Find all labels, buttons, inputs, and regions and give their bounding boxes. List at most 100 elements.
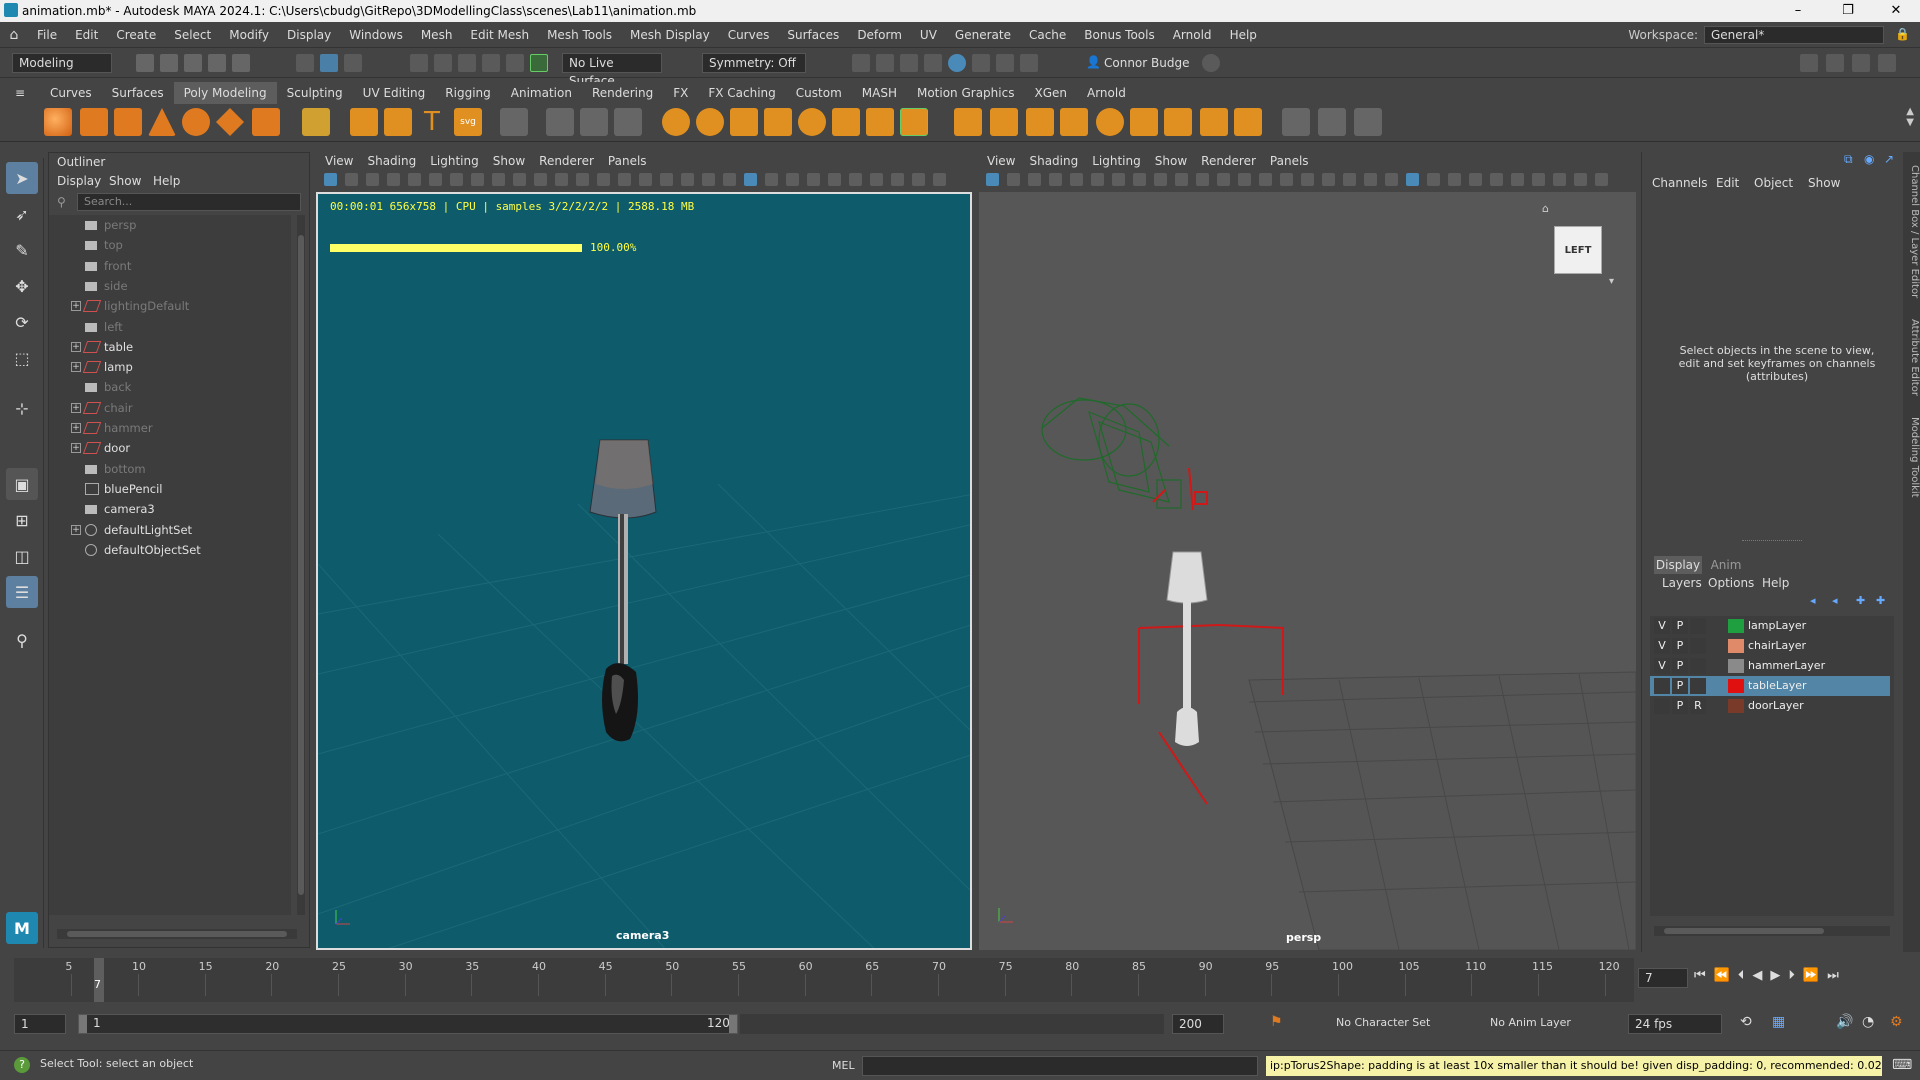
tool-settings-icon[interactable] bbox=[1852, 54, 1870, 72]
snap-point-icon[interactable] bbox=[458, 54, 476, 72]
menu-display[interactable]: Display bbox=[278, 28, 340, 42]
merge-icon[interactable] bbox=[1164, 108, 1192, 136]
viewport-right-menu-lighting[interactable]: Lighting bbox=[1085, 154, 1148, 168]
viewport-left-menu-renderer[interactable]: Renderer bbox=[532, 154, 601, 168]
expand-icon[interactable]: + bbox=[71, 443, 81, 454]
render-frame-icon[interactable] bbox=[876, 54, 894, 72]
expand-icon[interactable]: + bbox=[71, 524, 81, 535]
viewport-tool-icon[interactable] bbox=[849, 173, 862, 186]
wedge-icon[interactable] bbox=[1060, 108, 1088, 136]
lasso-tool-icon[interactable]: ➶ bbox=[6, 198, 38, 230]
layer-playback-toggle[interactable]: P bbox=[1672, 618, 1688, 634]
viewport-tool-icon[interactable] bbox=[786, 173, 799, 186]
outliner-item[interactable]: side bbox=[49, 276, 291, 296]
shelf-tab-rigging[interactable]: Rigging bbox=[435, 82, 500, 104]
viewport-tool-icon[interactable] bbox=[1343, 173, 1356, 186]
boolean-union-icon[interactable] bbox=[662, 108, 690, 136]
viewport-tool-icon[interactable] bbox=[1448, 173, 1461, 186]
layer-color-swatch[interactable] bbox=[1728, 619, 1744, 633]
layer-reference-toggle[interactable] bbox=[1690, 638, 1706, 654]
poly-torus-icon[interactable] bbox=[182, 108, 210, 136]
select-hierarchy-icon[interactable] bbox=[296, 54, 314, 72]
viewport-tool-icon[interactable] bbox=[765, 173, 778, 186]
viewport-tool-icon[interactable] bbox=[555, 173, 568, 186]
channel-box-icon-3[interactable]: ↗ bbox=[1884, 152, 1894, 166]
layer-move-down-icon[interactable]: ◂ bbox=[1832, 594, 1838, 607]
outliner-item[interactable]: top bbox=[49, 235, 291, 255]
layer-visibility-toggle[interactable]: V bbox=[1654, 618, 1670, 634]
layer-reference-toggle[interactable]: R bbox=[1690, 698, 1706, 714]
options-menu[interactable]: Options bbox=[1708, 576, 1754, 590]
channels-menu[interactable]: Channels bbox=[1652, 174, 1708, 192]
viewport-tool-icon[interactable] bbox=[1301, 173, 1314, 186]
poly-cone-icon[interactable] bbox=[148, 108, 176, 136]
layer-color-swatch[interactable] bbox=[1728, 699, 1744, 713]
shelf-tab-xgen[interactable]: XGen bbox=[1024, 82, 1077, 104]
close-button[interactable]: ✕ bbox=[1874, 0, 1918, 22]
viewport-right-menu-renderer[interactable]: Renderer bbox=[1194, 154, 1263, 168]
play-forward-icon[interactable]: ▶ bbox=[1770, 968, 1780, 983]
viewport-tool-icon[interactable] bbox=[639, 173, 652, 186]
outliner-item[interactable]: persp bbox=[49, 215, 291, 235]
viewport-tool-icon[interactable] bbox=[1574, 173, 1587, 186]
viewport-tool-icon[interactable] bbox=[1133, 173, 1146, 186]
bridge-edge-icon[interactable] bbox=[866, 108, 894, 136]
go-to-start-icon[interactable]: ⏮ bbox=[1694, 968, 1706, 983]
layer-row[interactable]: V PhammerLayer bbox=[1650, 656, 1890, 676]
sculpt-icon[interactable] bbox=[1282, 108, 1310, 136]
expand-icon[interactable]: + bbox=[71, 362, 81, 373]
viewport-left-menu-show[interactable]: Show bbox=[486, 154, 532, 168]
attribute-editor-icon[interactable] bbox=[1826, 54, 1844, 72]
platonic-icon[interactable] bbox=[302, 108, 330, 136]
poly-disc-icon[interactable] bbox=[252, 108, 280, 136]
select-tool-icon[interactable]: ➤ bbox=[6, 162, 38, 194]
outliner-menu-display[interactable]: Display bbox=[57, 171, 101, 191]
scale-tool-icon[interactable]: ⬚ bbox=[6, 342, 38, 374]
quad-draw-icon[interactable] bbox=[1318, 108, 1346, 136]
crease-icon[interactable] bbox=[1200, 108, 1228, 136]
help-icon[interactable] bbox=[1202, 54, 1220, 72]
outliner-hscrollbar[interactable] bbox=[57, 929, 297, 939]
uv-editor-icon[interactable] bbox=[500, 108, 528, 136]
layer-color-swatch[interactable] bbox=[1728, 659, 1744, 673]
redo-icon[interactable] bbox=[232, 54, 250, 72]
viewcube[interactable]: LEFT bbox=[1554, 226, 1602, 274]
viewport-tool-icon[interactable] bbox=[1532, 173, 1545, 186]
outliner-filter-icon[interactable]: ⚲ bbox=[57, 195, 66, 209]
shelf-tab-fx[interactable]: FX bbox=[663, 82, 698, 104]
side-tab-attribute-editor[interactable]: Attribute Editor bbox=[1903, 312, 1920, 402]
menu-arnold[interactable]: Arnold bbox=[1164, 28, 1221, 42]
layer-row[interactable]: PtableLayer bbox=[1650, 676, 1890, 696]
layer-visibility-toggle[interactable]: V bbox=[1654, 638, 1670, 654]
expand-icon[interactable]: + bbox=[71, 341, 81, 352]
combine-icon[interactable] bbox=[546, 108, 574, 136]
symmetry-dropdown[interactable]: Symmetry: Off bbox=[702, 53, 806, 73]
viewport-left-menu-shading[interactable]: Shading bbox=[360, 154, 423, 168]
menu-windows[interactable]: Windows bbox=[340, 28, 412, 42]
boolean-difference-icon[interactable] bbox=[696, 108, 724, 136]
layer-tab-display[interactable]: Display bbox=[1654, 556, 1702, 574]
viewport-tool-icon[interactable] bbox=[1280, 173, 1293, 186]
super-shape-icon[interactable] bbox=[350, 108, 378, 136]
viewport-tool-icon[interactable] bbox=[1406, 173, 1419, 186]
step-back-frame-icon[interactable]: ⏴ bbox=[1738, 968, 1745, 983]
viewport-tool-icon[interactable] bbox=[1553, 173, 1566, 186]
layer-playback-toggle[interactable]: P bbox=[1672, 678, 1688, 694]
channel-box-icon-2[interactable]: ◉ bbox=[1864, 152, 1874, 166]
render-settings-icon[interactable] bbox=[924, 54, 942, 72]
menu-bonus-tools[interactable]: Bonus Tools bbox=[1075, 28, 1163, 42]
viewport-tool-icon[interactable] bbox=[1175, 173, 1188, 186]
layer-color-swatch[interactable] bbox=[1728, 639, 1744, 653]
menu-cache[interactable]: Cache bbox=[1020, 28, 1075, 42]
live-surface-field[interactable]: No Live Surface bbox=[562, 53, 662, 88]
viewport-tool-icon[interactable] bbox=[1511, 173, 1524, 186]
viewport-right-menu-view[interactable]: View bbox=[980, 154, 1022, 168]
viewport-tool-icon[interactable] bbox=[429, 173, 442, 186]
viewport-tool-icon[interactable] bbox=[1112, 173, 1125, 186]
shelf-tab-rendering[interactable]: Rendering bbox=[582, 82, 663, 104]
edit-menu[interactable]: Edit bbox=[1716, 174, 1739, 192]
layer-visibility-toggle[interactable] bbox=[1654, 678, 1670, 694]
scene-start-field[interactable]: 1 bbox=[14, 1014, 66, 1034]
viewport-tool-icon[interactable] bbox=[1259, 173, 1272, 186]
menu-mesh[interactable]: Mesh bbox=[412, 28, 462, 42]
